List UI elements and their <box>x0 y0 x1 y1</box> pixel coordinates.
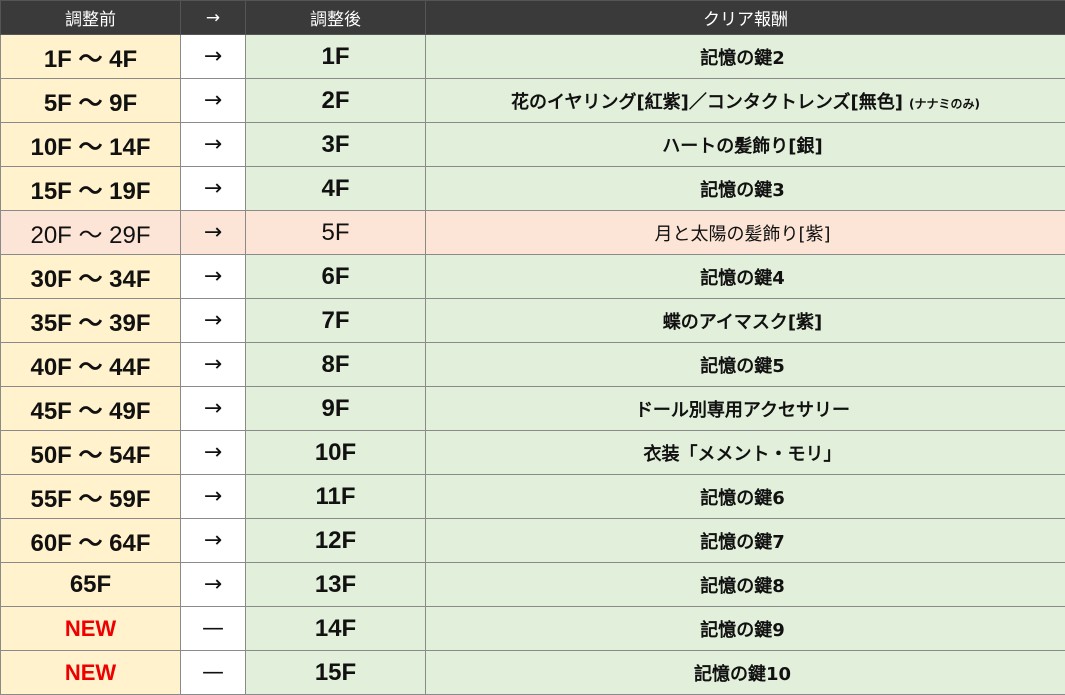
table-row: 55F ～ 59F → 11F 記憶の鍵6 <box>0 474 1065 519</box>
cell-after: 1F <box>245 34 426 79</box>
table-row: 45F ～ 49F → 9F ドール別専用アクセサリー <box>0 386 1065 431</box>
cell-before-new-badge: NEW <box>0 650 181 695</box>
cell-reward: 記憶の鍵5 <box>425 342 1065 387</box>
reward-note: (ナナミのみ) <box>909 96 980 111</box>
floor-reward-table: 調整前 → 調整後 クリア報酬 1F ～ 4F → 1F 記憶の鍵2 5F ～ … <box>0 0 1065 695</box>
reward-text: ハートの髪飾り[銀] <box>662 135 823 157</box>
cell-reward: 月と太陽の髪飾り[紫] <box>425 210 1065 255</box>
cell-before: 5F ～ 9F <box>0 78 181 123</box>
cell-before: 35F ～ 39F <box>0 298 181 343</box>
cell-reward: ドール別専用アクセサリー <box>425 386 1065 431</box>
reward-text: 蝶のアイマスク[紫] <box>662 311 823 333</box>
cell-arrow: → <box>180 518 246 563</box>
cell-arrow: → <box>180 254 246 299</box>
cell-before: 20F ～ 29F <box>0 210 181 255</box>
cell-before: 15F ～ 19F <box>0 166 181 211</box>
cell-after: 15F <box>245 650 426 695</box>
reward-text: 記憶の鍵9 <box>700 619 785 641</box>
cell-after: 5F <box>245 210 426 255</box>
reward-text: 記憶の鍵10 <box>693 663 792 685</box>
table-row: 30F ～ 34F → 6F 記憶の鍵4 <box>0 254 1065 299</box>
cell-after: 12F <box>245 518 426 563</box>
header-reward: クリア報酬 <box>425 0 1065 35</box>
cell-arrow: → <box>180 166 246 211</box>
header-arrow: → <box>180 0 246 35</box>
cell-after: 7F <box>245 298 426 343</box>
cell-reward: 記憶の鍵2 <box>425 34 1065 79</box>
cell-reward: 記憶の鍵10 <box>425 650 1065 695</box>
cell-before: 30F ～ 34F <box>0 254 181 299</box>
cell-arrow: — <box>180 650 246 695</box>
table-row: 15F ～ 19F → 4F 記憶の鍵3 <box>0 166 1065 211</box>
cell-after: 8F <box>245 342 426 387</box>
table-row: 35F ～ 39F → 7F 蝶のアイマスク[紫] <box>0 298 1065 343</box>
table-row: 50F ～ 54F → 10F 衣装「メメント・モリ」 <box>0 430 1065 475</box>
reward-text: 記憶の鍵5 <box>700 355 785 377</box>
table-row: 5F ～ 9F → 2F 花のイヤリング[紅紫]／コンタクトレンズ[無色] (ナナ… <box>0 78 1065 123</box>
cell-after: 2F <box>245 78 426 123</box>
cell-before: 45F ～ 49F <box>0 386 181 431</box>
cell-before-new-badge: NEW <box>0 606 181 651</box>
cell-arrow: → <box>180 298 246 343</box>
cell-reward: 記憶の鍵7 <box>425 518 1065 563</box>
cell-reward: 花のイヤリング[紅紫]／コンタクトレンズ[無色] (ナナミのみ) <box>425 78 1065 123</box>
cell-before: 60F ～ 64F <box>0 518 181 563</box>
cell-arrow: → <box>180 474 246 519</box>
header-before: 調整前 <box>0 0 181 35</box>
reward-text: 記憶の鍵3 <box>700 179 785 201</box>
cell-arrow: → <box>180 78 246 123</box>
cell-after: 6F <box>245 254 426 299</box>
reward-text: 記憶の鍵2 <box>700 47 785 69</box>
cell-after: 9F <box>245 386 426 431</box>
reward-text: 衣装「メメント・モリ」 <box>643 443 842 465</box>
table-body: 1F ～ 4F → 1F 記憶の鍵2 5F ～ 9F → 2F 花のイヤリング[… <box>0 34 1065 695</box>
reward-text: 記憶の鍵4 <box>700 267 785 289</box>
cell-before: 50F ～ 54F <box>0 430 181 475</box>
cell-arrow: → <box>180 210 246 255</box>
table-row: 1F ～ 4F → 1F 記憶の鍵2 <box>0 34 1065 79</box>
reward-text: 月と太陽の髪飾り[紫] <box>654 223 831 245</box>
reward-text: 記憶の鍵6 <box>700 487 785 509</box>
header-after: 調整後 <box>245 0 426 35</box>
cell-arrow: → <box>180 342 246 387</box>
cell-reward: 記憶の鍵6 <box>425 474 1065 519</box>
cell-reward: 記憶の鍵8 <box>425 562 1065 607</box>
table-header: 調整前 → 調整後 クリア報酬 <box>0 0 1065 35</box>
cell-reward: 記憶の鍵9 <box>425 606 1065 651</box>
cell-after: 10F <box>245 430 426 475</box>
reward-text: 記憶の鍵7 <box>700 531 785 553</box>
cell-before: 40F ～ 44F <box>0 342 181 387</box>
cell-arrow: → <box>180 562 246 607</box>
table-row-highlighted: 20F ～ 29F → 5F 月と太陽の髪飾り[紫] <box>0 210 1065 255</box>
cell-after: 4F <box>245 166 426 211</box>
cell-reward: 蝶のアイマスク[紫] <box>425 298 1065 343</box>
cell-before: 10F ～ 14F <box>0 122 181 167</box>
table-row: 10F ～ 14F → 3F ハートの髪飾り[銀] <box>0 122 1065 167</box>
reward-text: 花のイヤリング[紅紫]／コンタクトレンズ[無色] <box>511 91 904 113</box>
cell-after: 13F <box>245 562 426 607</box>
cell-arrow: → <box>180 386 246 431</box>
header-row: 調整前 → 調整後 クリア報酬 <box>0 0 1065 35</box>
cell-arrow: → <box>180 430 246 475</box>
table-row: 40F ～ 44F → 8F 記憶の鍵5 <box>0 342 1065 387</box>
cell-reward: ハートの髪飾り[銀] <box>425 122 1065 167</box>
reward-text: 記憶の鍵8 <box>700 575 785 597</box>
reward-text: ドール別専用アクセサリー <box>634 399 851 421</box>
cell-after: 3F <box>245 122 426 167</box>
cell-reward: 記憶の鍵3 <box>425 166 1065 211</box>
cell-arrow: — <box>180 606 246 651</box>
cell-reward: 記憶の鍵4 <box>425 254 1065 299</box>
cell-before: 65F <box>0 562 181 607</box>
table-row-new: NEW — 14F 記憶の鍵9 <box>0 606 1065 651</box>
cell-reward: 衣装「メメント・モリ」 <box>425 430 1065 475</box>
table-row: 65F → 13F 記憶の鍵8 <box>0 562 1065 607</box>
cell-after: 11F <box>245 474 426 519</box>
cell-arrow: → <box>180 34 246 79</box>
cell-before: 1F ～ 4F <box>0 34 181 79</box>
table-row: 60F ～ 64F → 12F 記憶の鍵7 <box>0 518 1065 563</box>
table-row-new: NEW — 15F 記憶の鍵10 <box>0 650 1065 695</box>
cell-after: 14F <box>245 606 426 651</box>
cell-arrow: → <box>180 122 246 167</box>
cell-before: 55F ～ 59F <box>0 474 181 519</box>
